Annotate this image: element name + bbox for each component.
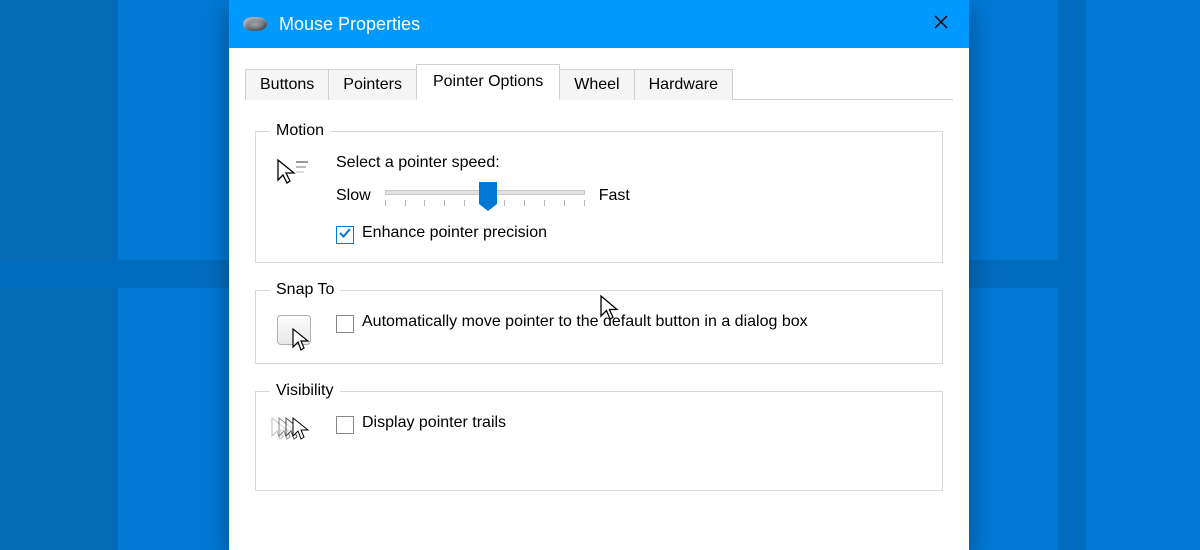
close-button[interactable] bbox=[913, 0, 969, 48]
group-visibility-legend: Visibility bbox=[270, 382, 340, 400]
pointer-speed-slider[interactable] bbox=[385, 184, 585, 208]
snap-to-cursor-icon bbox=[291, 327, 313, 356]
group-motion: Motion Select a pointe bbox=[255, 122, 943, 263]
tab-buttons[interactable]: Buttons bbox=[245, 69, 329, 100]
group-motion-legend: Motion bbox=[270, 122, 330, 140]
checkmark-icon bbox=[338, 226, 352, 245]
group-visibility: Visibility bbox=[255, 382, 943, 491]
group-snap-to: Snap To bbox=[255, 281, 943, 364]
snap-to-checkbox[interactable] bbox=[336, 315, 354, 333]
tabstrip: Buttons Pointers Pointer Options Wheel H… bbox=[245, 64, 953, 100]
titlebar[interactable]: Mouse Properties bbox=[229, 0, 969, 48]
tab-pointer-options[interactable]: Pointer Options bbox=[416, 64, 560, 100]
slider-slow-label: Slow bbox=[336, 187, 371, 205]
close-icon bbox=[933, 14, 949, 35]
pointer-trails-checkbox[interactable] bbox=[336, 416, 354, 434]
enhance-precision-checkbox[interactable] bbox=[336, 226, 354, 244]
tab-wheel[interactable]: Wheel bbox=[559, 69, 634, 100]
client-area: Buttons Pointers Pointer Options Wheel H… bbox=[229, 48, 969, 550]
slider-fast-label: Fast bbox=[599, 187, 630, 205]
mouse-icon bbox=[243, 17, 267, 31]
motion-cursor-icon bbox=[274, 156, 314, 190]
pointer-trails-icon bbox=[270, 416, 318, 450]
pointer-trails-label[interactable]: Display pointer trails bbox=[362, 414, 506, 432]
tab-body-pointer-options: Motion Select a pointe bbox=[245, 100, 953, 491]
enhance-precision-label[interactable]: Enhance pointer precision bbox=[362, 224, 547, 242]
mouse-properties-window: Mouse Properties Buttons Pointers Pointe… bbox=[229, 0, 969, 550]
group-snap-to-legend: Snap To bbox=[270, 281, 340, 299]
tab-pointers[interactable]: Pointers bbox=[328, 69, 417, 100]
window-title: Mouse Properties bbox=[279, 14, 420, 35]
snap-to-label[interactable]: Automatically move pointer to the defaul… bbox=[362, 313, 808, 331]
slider-thumb[interactable] bbox=[479, 182, 497, 204]
tab-hardware[interactable]: Hardware bbox=[634, 69, 733, 100]
select-speed-label: Select a pointer speed: bbox=[336, 154, 928, 172]
